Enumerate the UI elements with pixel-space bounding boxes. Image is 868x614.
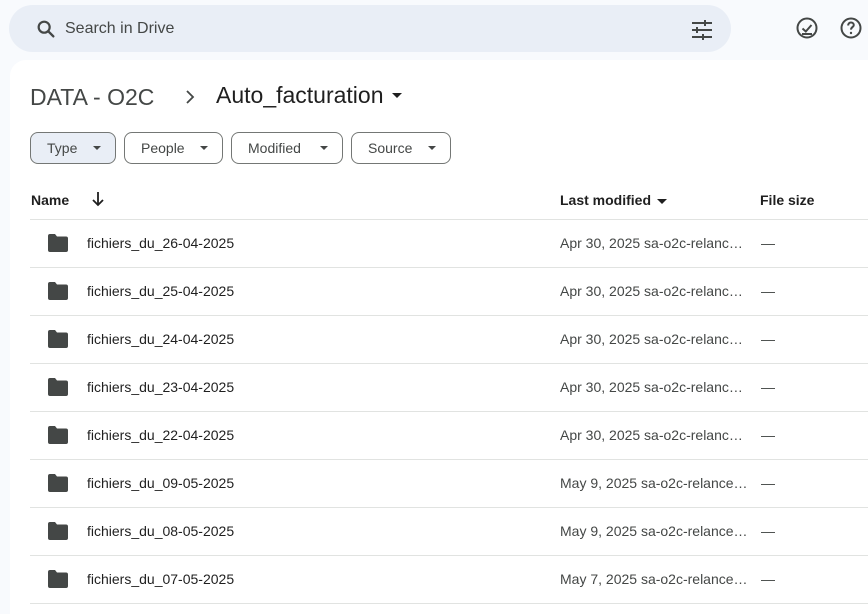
table-header: Name Last modified File size (30, 180, 868, 220)
filter-type-label: Type (47, 140, 78, 156)
file-modified: Apr 30, 2025 sa-o2c-relance-factures (560, 427, 748, 443)
file-size: — (761, 379, 775, 395)
table-row[interactable]: fichiers_du_09-05-2025 May 9, 2025 sa-o2… (30, 460, 868, 508)
breadcrumb: DATA - O2C Auto_facturation (30, 82, 402, 112)
caret-down-icon (657, 198, 668, 204)
file-size: — (761, 427, 775, 443)
folder-icon (48, 378, 68, 396)
filter-people[interactable]: People (124, 132, 223, 164)
sort-arrow-down-icon[interactable] (91, 191, 105, 207)
tune-icon[interactable] (691, 20, 713, 40)
offline-check-icon[interactable] (795, 16, 819, 40)
filter-type[interactable]: Type (30, 132, 116, 164)
search-icon[interactable] (35, 18, 57, 40)
help-icon[interactable] (839, 16, 863, 40)
file-name: fichiers_du_25-04-2025 (87, 283, 235, 299)
breadcrumb-root[interactable]: DATA - O2C (30, 84, 154, 111)
table-row[interactable]: fichiers_du_08-05-2025 May 9, 2025 sa-o2… (30, 508, 868, 556)
search-input[interactable] (65, 5, 665, 52)
file-name: fichiers_du_22-04-2025 (87, 427, 235, 443)
file-modified: Apr 30, 2025 sa-o2c-relance-factures (560, 379, 748, 395)
filter-people-label: People (141, 140, 185, 156)
file-modified: May 7, 2025 sa-o2c-relance-factures (560, 571, 748, 587)
filter-source[interactable]: Source (351, 132, 451, 164)
folder-icon (48, 234, 68, 252)
file-list: fichiers_du_26-04-2025 Apr 30, 2025 sa-o… (30, 220, 868, 604)
file-name: fichiers_du_08-05-2025 (87, 523, 235, 539)
filter-modified-label: Modified (248, 140, 301, 156)
breadcrumb-current-label: Auto_facturation (216, 82, 384, 108)
search-bar[interactable] (9, 5, 731, 52)
table-row[interactable]: fichiers_du_23-04-2025 Apr 30, 2025 sa-o… (30, 364, 868, 412)
file-size: — (761, 571, 775, 587)
file-modified: Apr 30, 2025 sa-o2c-relance-factures (560, 283, 748, 299)
file-size: — (761, 331, 775, 347)
filter-modified[interactable]: Modified (231, 132, 343, 164)
file-name: fichiers_du_23-04-2025 (87, 379, 235, 395)
table-row[interactable]: fichiers_du_24-04-2025 Apr 30, 2025 sa-o… (30, 316, 868, 364)
file-modified: Apr 30, 2025 sa-o2c-relance-factures (560, 235, 748, 251)
folder-icon (48, 330, 68, 348)
column-header-last-modified-label: Last modified (560, 192, 652, 208)
file-name: fichiers_du_07-05-2025 (87, 571, 235, 587)
breadcrumb-current-folder[interactable]: Auto_facturation (216, 82, 402, 109)
file-name: fichiers_du_26-04-2025 (87, 235, 235, 251)
folder-icon (48, 474, 68, 492)
folder-icon (48, 426, 68, 444)
file-name: fichiers_du_09-05-2025 (87, 475, 235, 491)
column-header-last-modified[interactable]: Last modified (560, 192, 668, 208)
table-row[interactable]: fichiers_du_22-04-2025 Apr 30, 2025 sa-o… (30, 412, 868, 460)
caret-down-icon (320, 146, 328, 150)
file-size: — (761, 475, 775, 491)
folder-icon (48, 522, 68, 540)
column-header-name[interactable]: Name (31, 192, 69, 208)
filter-source-label: Source (368, 140, 413, 156)
main-content: DATA - O2C Auto_facturation Type People … (10, 60, 868, 614)
file-size: — (761, 283, 775, 299)
file-size: — (761, 523, 775, 539)
caret-down-icon (391, 93, 402, 98)
table-row[interactable]: fichiers_du_26-04-2025 Apr 30, 2025 sa-o… (30, 220, 868, 268)
chevron-right-icon (186, 90, 195, 104)
table-row[interactable]: fichiers_du_07-05-2025 May 7, 2025 sa-o2… (30, 556, 868, 604)
file-modified: Apr 30, 2025 sa-o2c-relance-factures (560, 331, 748, 347)
table-row[interactable]: fichiers_du_25-04-2025 Apr 30, 2025 sa-o… (30, 268, 868, 316)
file-modified: May 9, 2025 sa-o2c-relance-factures (560, 475, 748, 491)
column-header-file-size[interactable]: File size (760, 192, 814, 208)
caret-down-icon (93, 146, 101, 150)
file-modified: May 9, 2025 sa-o2c-relance-factures (560, 523, 748, 539)
caret-down-icon (428, 146, 436, 150)
file-name: fichiers_du_24-04-2025 (87, 331, 235, 347)
folder-icon (48, 282, 68, 300)
file-size: — (761, 235, 775, 251)
folder-icon (48, 570, 68, 588)
caret-down-icon (200, 146, 208, 150)
